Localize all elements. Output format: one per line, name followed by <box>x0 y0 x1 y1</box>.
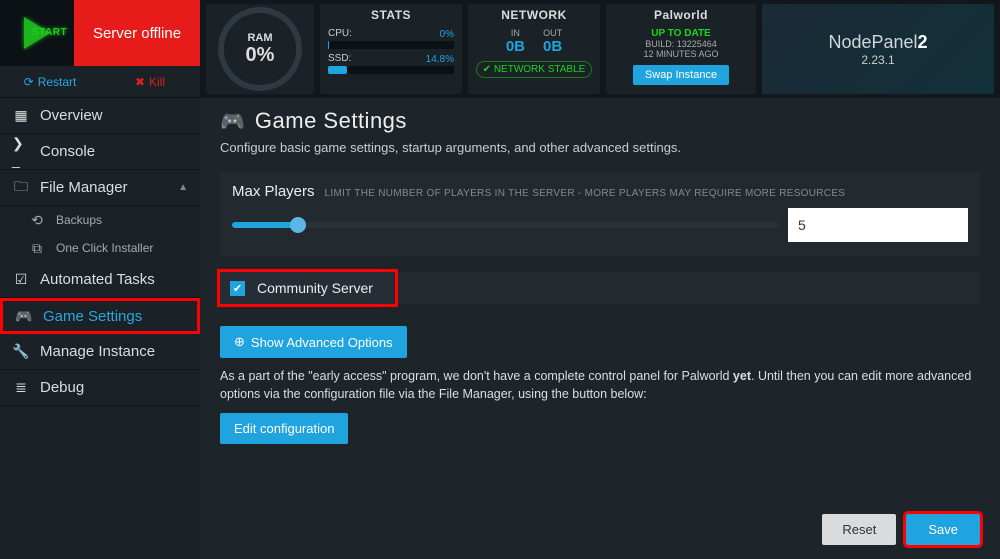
grid-icon: ▦ <box>12 107 30 125</box>
page-subtitle: Configure basic game settings, startup a… <box>220 140 980 155</box>
max-players-hint: LIMIT THE NUMBER OF PLAYERS IN THE SERVE… <box>325 188 846 199</box>
start-button[interactable]: START <box>0 0 74 66</box>
controller-icon: 🎮 <box>220 109 245 134</box>
sidebar-item-console[interactable]: ❯_ Console <box>0 134 200 170</box>
show-advanced-button[interactable]: ⊕ Show Advanced Options <box>220 326 407 358</box>
play-icon: START <box>24 17 50 49</box>
chevron-up-icon: ▲ <box>178 182 188 193</box>
sidebar-item-manage-instance[interactable]: 🔧 Manage Instance <box>0 334 200 370</box>
sidebar: START Server offline ⟳ Restart ✖ Kill ▦ … <box>0 0 200 559</box>
sidebar-item-debug[interactable]: ≣ Debug <box>0 370 200 406</box>
slider-thumb[interactable] <box>290 217 306 233</box>
sidebar-item-automated-tasks[interactable]: ☑ Automated Tasks <box>0 262 200 298</box>
kill-button[interactable]: ✖ Kill <box>100 66 200 97</box>
sidebar-item-game-settings[interactable]: 🎮 Game Settings <box>0 298 200 334</box>
community-server-label: Community Server <box>257 280 373 296</box>
folder-icon: 🗀 <box>12 179 30 197</box>
brand-widget: NodePanel2 2.23.1 <box>762 4 994 94</box>
community-server-checkbox[interactable]: ✔ <box>230 281 245 296</box>
stats-widget: STATS CPU: 0% SSD: 14.8% <box>320 4 462 94</box>
max-players-slider[interactable] <box>232 222 778 228</box>
kill-icon: ✖ <box>135 75 145 89</box>
sidebar-item-backups[interactable]: ⟲ Backups <box>0 206 200 234</box>
ram-widget: RAM 0% <box>206 4 314 94</box>
early-access-note: As a part of the "early access" program,… <box>220 368 980 403</box>
restart-button[interactable]: ⟳ Restart <box>0 66 100 97</box>
reset-button[interactable]: Reset <box>822 514 896 545</box>
network-widget: NETWORK IN0B OUT0B ✔ NETWORK STABLE <box>468 4 600 94</box>
sidebar-item-one-click[interactable]: ⧉ One Click Installer <box>0 234 200 262</box>
max-players-label: Max Players <box>232 183 315 200</box>
sidebar-item-file-manager[interactable]: 🗀 File Manager ▲ <box>0 170 200 206</box>
sidebar-item-overview[interactable]: ▦ Overview <box>0 98 200 134</box>
header-widgets: RAM 0% STATS CPU: 0% SSD: 14.8% NETWORK … <box>200 0 1000 98</box>
debug-icon: ≣ <box>12 379 30 397</box>
plus-circle-icon: ⊕ <box>234 334 245 350</box>
swap-instance-button[interactable]: Swap Instance <box>633 65 729 85</box>
installer-icon: ⧉ <box>28 239 46 257</box>
backup-icon: ⟲ <box>28 211 46 229</box>
controller-icon: 🎮 <box>15 307 33 325</box>
terminal-icon: ❯_ <box>12 143 30 161</box>
page-title: Game Settings <box>255 108 407 134</box>
server-status: Server offline <box>74 0 200 66</box>
max-players-input[interactable] <box>788 208 968 242</box>
game-widget: Palworld UP TO DATE BUILD: 13225464 12 M… <box>606 4 756 94</box>
check-icon: ✔ <box>483 64 491 75</box>
tasks-icon: ☑ <box>12 271 30 289</box>
edit-configuration-button[interactable]: Edit configuration <box>220 413 348 444</box>
restart-icon: ⟳ <box>24 75 34 89</box>
wrench-icon: 🔧 <box>12 343 30 361</box>
save-button[interactable]: Save <box>906 514 980 545</box>
